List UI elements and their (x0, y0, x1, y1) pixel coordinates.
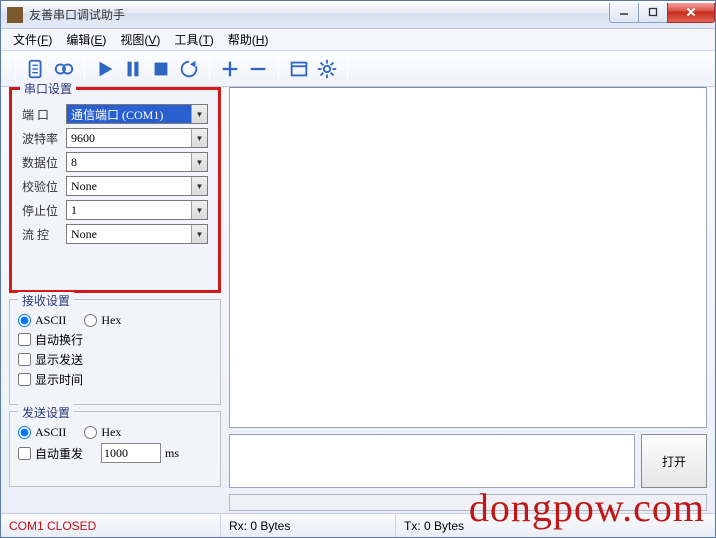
window-title: 友善串口调试助手 (29, 6, 125, 23)
status-tx: Tx: 0 Bytes (396, 514, 715, 537)
show-send-check[interactable]: 显示发送 (18, 351, 83, 368)
titlebar: 友善串口调试助手 (1, 1, 715, 29)
separator (84, 56, 85, 82)
databits-select[interactable]: 8▼ (66, 152, 208, 172)
send-settings-group: 发送设置 ASCII Hex 自动重发 1000 ms (9, 411, 221, 487)
dropdown-arrow-icon: ▼ (191, 129, 207, 147)
recv-hex-radio[interactable]: Hex (84, 313, 121, 328)
port-label: 端 口 (22, 106, 66, 123)
baud-label: 波特率 (22, 130, 66, 147)
flow-select[interactable]: None▼ (66, 224, 208, 244)
menu-edit[interactable]: 编辑(E) (60, 29, 112, 50)
port-select[interactable]: 通信端口 (COM1)▼ (66, 104, 208, 124)
parity-label: 校验位 (22, 178, 66, 195)
databits-label: 数据位 (22, 154, 66, 171)
stopbits-select[interactable]: 1▼ (66, 200, 208, 220)
auto-resend-input[interactable] (18, 447, 31, 460)
horizontal-scrollbar[interactable] (229, 494, 707, 511)
reload-button[interactable] (175, 55, 203, 83)
open-button[interactable]: 打开 (641, 434, 707, 488)
send-legend: 发送设置 (18, 404, 74, 421)
auto-wrap-input[interactable] (18, 333, 31, 346)
minimize-button[interactable] (609, 3, 639, 23)
new-button[interactable] (22, 55, 50, 83)
menu-help[interactable]: 帮助(H) (222, 29, 275, 50)
receive-settings-group: 接收设置 ASCII Hex 自动换行 显示发送 显示时间 (9, 299, 221, 405)
baud-select[interactable]: 9600▼ (66, 128, 208, 148)
serial-legend: 串口设置 (20, 80, 76, 97)
status-port: COM1 CLOSED (1, 514, 221, 537)
send-row: 打开 (229, 434, 707, 488)
auto-wrap-check[interactable]: 自动换行 (18, 331, 83, 348)
left-panel: 串口设置 端 口 通信端口 (COM1)▼ 波特率 9600▼ 数据位 8▼ 校… (9, 87, 221, 511)
record-button[interactable] (50, 55, 78, 83)
dropdown-arrow-icon: ▼ (191, 105, 207, 123)
play-button[interactable] (91, 55, 119, 83)
pause-button[interactable] (119, 55, 147, 83)
right-panel: 打开 (229, 87, 707, 511)
separator (347, 56, 348, 82)
separator (15, 56, 16, 82)
receive-textarea[interactable] (229, 87, 707, 428)
app-icon (7, 7, 23, 23)
show-time-check[interactable]: 显示时间 (18, 371, 83, 388)
dropdown-arrow-icon: ▼ (191, 225, 207, 243)
app-window: 友善串口调试助手 文件(F) 编辑(E) 视图(V) 工具(T) 帮助(H) (0, 0, 716, 538)
dropdown-arrow-icon: ▼ (191, 201, 207, 219)
menubar: 文件(F) 编辑(E) 视图(V) 工具(T) 帮助(H) (1, 29, 715, 51)
settings-button[interactable] (313, 55, 341, 83)
toolbar (1, 51, 715, 87)
window-button[interactable] (285, 55, 313, 83)
stop-button[interactable] (147, 55, 175, 83)
separator (278, 56, 279, 82)
recv-hex-input[interactable] (84, 314, 97, 327)
show-send-input[interactable] (18, 353, 31, 366)
send-ascii-input[interactable] (18, 426, 31, 439)
menu-tools[interactable]: 工具(T) (168, 29, 219, 50)
interval-spinner[interactable]: 1000 (101, 443, 161, 463)
interval-unit: ms (165, 446, 179, 461)
send-ascii-radio[interactable]: ASCII (18, 425, 66, 440)
show-time-input[interactable] (18, 373, 31, 386)
receive-legend: 接收设置 (18, 292, 74, 309)
status-rx: Rx: 0 Bytes (221, 514, 396, 537)
client-area: 串口设置 端 口 通信端口 (COM1)▼ 波特率 9600▼ 数据位 8▼ 校… (9, 87, 707, 511)
close-button[interactable] (667, 3, 715, 23)
window-controls (610, 3, 715, 23)
parity-select[interactable]: None▼ (66, 176, 208, 196)
send-hex-radio[interactable]: Hex (84, 425, 121, 440)
plus-button[interactable] (216, 55, 244, 83)
auto-resend-check[interactable]: 自动重发 (18, 445, 83, 462)
separator (209, 56, 210, 82)
menu-file[interactable]: 文件(F) (7, 29, 58, 50)
send-textarea[interactable] (229, 434, 635, 488)
serial-settings-group: 串口设置 端 口 通信端口 (COM1)▼ 波特率 9600▼ 数据位 8▼ 校… (9, 87, 221, 293)
dropdown-arrow-icon: ▼ (191, 153, 207, 171)
send-hex-input[interactable] (84, 426, 97, 439)
recv-ascii-radio[interactable]: ASCII (18, 313, 66, 328)
statusbar: COM1 CLOSED Rx: 0 Bytes Tx: 0 Bytes (1, 513, 715, 537)
dropdown-arrow-icon: ▼ (191, 177, 207, 195)
menu-view[interactable]: 视图(V) (114, 29, 166, 50)
maximize-button[interactable] (638, 3, 668, 23)
stopbits-label: 停止位 (22, 202, 66, 219)
recv-ascii-input[interactable] (18, 314, 31, 327)
flow-label: 流 控 (22, 226, 66, 243)
minus-button[interactable] (244, 55, 272, 83)
